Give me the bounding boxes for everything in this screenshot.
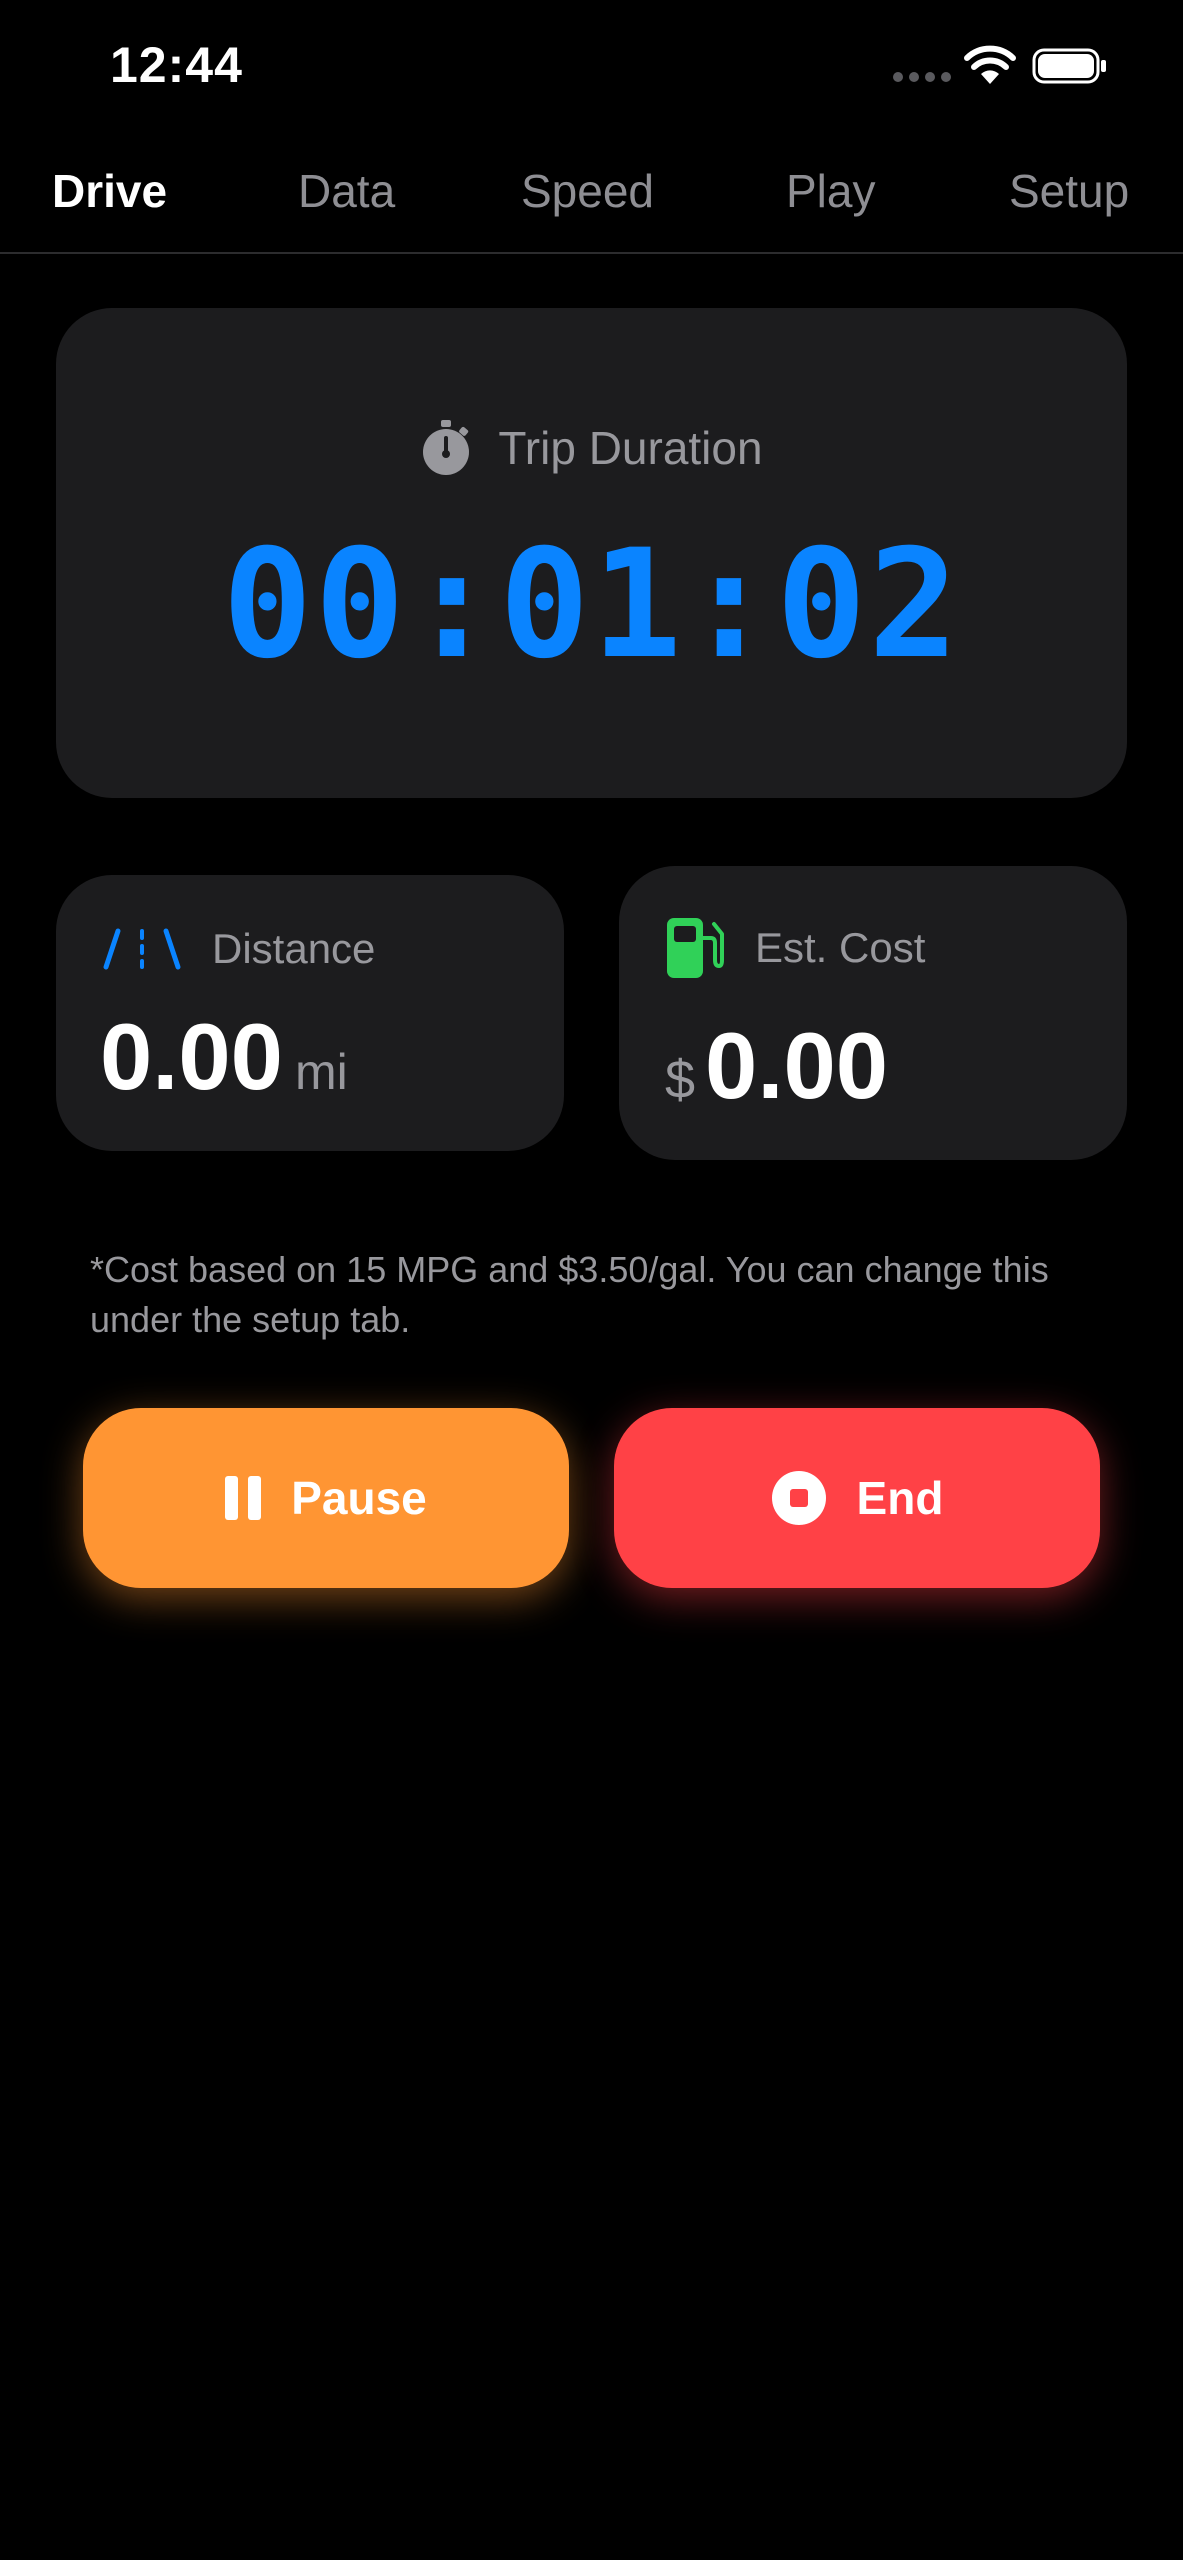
tab-data[interactable]: Data (298, 164, 395, 218)
end-button-label: End (856, 1472, 944, 1524)
tab-setup[interactable]: Setup (1009, 164, 1129, 218)
distance-header: Distance (102, 925, 375, 973)
trip-duration-card: Trip Duration 00:01:02 (56, 308, 1127, 798)
trip-duration-header: Trip Duration (56, 420, 1127, 476)
tab-play[interactable]: Play (786, 164, 875, 218)
pause-button[interactable]: Pause (83, 1408, 569, 1588)
road-icon (103, 928, 181, 970)
wifi-icon (964, 45, 1016, 84)
distance-card: Distance 0.00 mi (56, 875, 564, 1151)
distance-label: Distance (212, 925, 376, 972)
pause-icon (225, 1476, 262, 1520)
stop-icon (771, 1471, 826, 1525)
est-cost-header: Est. Cost (665, 916, 925, 980)
cellular-signal-icon (893, 72, 951, 82)
tab-speed[interactable]: Speed (521, 164, 654, 218)
est-cost-card: Est. Cost $ 0.00 (619, 866, 1127, 1160)
stopwatch-icon (423, 420, 470, 475)
est-cost-label: Est. Cost (755, 924, 926, 971)
trip-duration-value: 00:01:02 (222, 518, 961, 692)
trip-duration-label: Trip Duration (498, 422, 763, 474)
cost-footnote: *Cost based on 15 MPG and $3.50/gal. You… (90, 1249, 1049, 1340)
distance-unit: mi (294, 1044, 348, 1100)
currency-symbol: $ (665, 1050, 696, 1110)
fuel-icon (667, 918, 724, 978)
status-bar: 12:44 (0, 0, 1183, 130)
pause-button-label: Pause (291, 1472, 427, 1524)
battery-icon (1032, 48, 1106, 84)
est-cost-value-row: $ 0.00 (665, 1012, 888, 1120)
distance-value-row: 0.00 mi (100, 1003, 348, 1111)
tab-drive[interactable]: Drive (52, 164, 167, 218)
end-button[interactable]: End (614, 1408, 1100, 1588)
distance-value: 0.00 (100, 1004, 283, 1109)
status-time: 12:44 (110, 37, 243, 93)
tab-bar: Drive Data Speed Play Setup (0, 150, 1183, 254)
est-cost-value: 0.00 (705, 1013, 888, 1118)
